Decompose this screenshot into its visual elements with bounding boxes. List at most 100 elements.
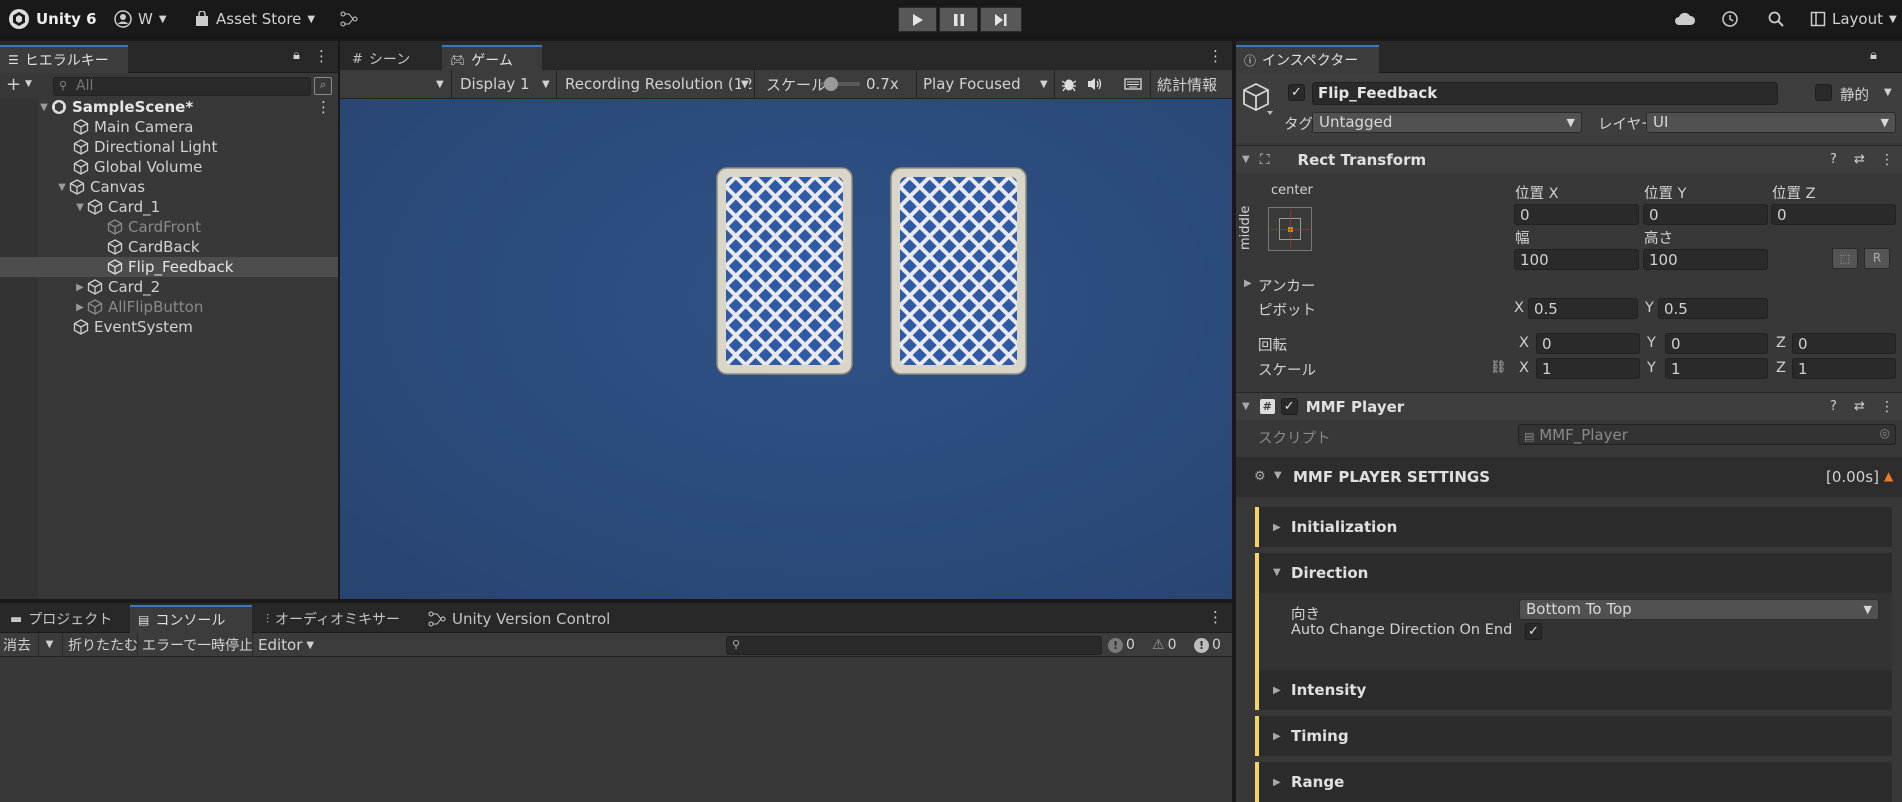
tab-game[interactable]: 🎮︎ ゲーム xyxy=(442,45,542,73)
cloud-button[interactable] xyxy=(1674,0,1696,38)
more-options-icon[interactable]: ⋮ xyxy=(314,47,329,65)
gear-icon[interactable]: ⚙ xyxy=(1254,469,1266,484)
more-options-icon[interactable]: ⋮ xyxy=(1208,47,1223,65)
tab-console[interactable]: ▤ コンソール xyxy=(130,605,252,633)
pivot-x-field[interactable]: 0.5 xyxy=(1528,298,1638,319)
more-options-icon[interactable]: ⋮ xyxy=(1880,399,1894,415)
unlink-icon[interactable]: ⛓ xyxy=(1490,360,1507,375)
hierarchy-item-cardfront[interactable]: CardFront xyxy=(0,217,338,237)
tab-hierarchy[interactable]: ☰ ヒエラルキー xyxy=(0,45,128,73)
expand-arrow-icon[interactable]: ▼ xyxy=(1242,401,1250,412)
scale-z-field[interactable]: 1 xyxy=(1792,358,1896,379)
error-count-toggle[interactable]: ! 0 xyxy=(1194,633,1221,657)
static-checkbox[interactable] xyxy=(1815,84,1832,101)
editor-dropdown[interactable]: Editor ▼ xyxy=(252,633,319,657)
direction-dropdown[interactable]: Bottom To Top ▼ xyxy=(1519,599,1879,620)
hierarchy-item-global-volume[interactable]: Global Volume xyxy=(0,157,338,177)
card-1-back[interactable] xyxy=(716,167,853,375)
stats-button[interactable]: 統計情報 xyxy=(1150,70,1217,98)
anchors-label[interactable]: アンカー xyxy=(1258,275,1315,296)
search-options-icon[interactable]: ⌕ xyxy=(314,77,332,95)
mmf-player-header[interactable]: ▼ # ✓ MMF Player ? ⇄ ⋮ xyxy=(1236,392,1902,420)
height-field[interactable]: 100 xyxy=(1643,249,1768,270)
layer-dropdown[interactable]: UI ▼ xyxy=(1646,112,1896,133)
help-icon[interactable]: ? xyxy=(1830,152,1837,167)
section-intensity[interactable]: ▶ Intensity xyxy=(1255,670,1892,710)
more-options-icon[interactable]: ⋮ xyxy=(1880,152,1894,168)
hierarchy-item-cardback[interactable]: CardBack xyxy=(0,237,338,257)
hierarchy-item-directional-light[interactable]: Directional Light xyxy=(0,137,338,157)
step-button[interactable] xyxy=(980,7,1022,32)
keyboard-button[interactable] xyxy=(1124,70,1142,98)
expand-arrow-icon[interactable]: ▼ xyxy=(74,202,86,213)
tab-project[interactable]: ▬ プロジェクト xyxy=(2,605,120,633)
raw-edit-button[interactable]: R xyxy=(1864,248,1890,269)
width-field[interactable]: 100 xyxy=(1514,249,1639,270)
hierarchy-item-samplescene[interactable]: ▼ SampleScene* ⋮ xyxy=(0,97,338,117)
tab-inspector[interactable]: ⓘ インスペクター xyxy=(1236,45,1379,73)
help-icon[interactable]: ? xyxy=(1830,399,1837,414)
scale-x-field[interactable]: 1 xyxy=(1536,358,1640,379)
display-dropdown[interactable]: Display 1 ▼ xyxy=(454,70,557,98)
expand-arrow-icon[interactable]: ▼ xyxy=(56,182,68,193)
plus-icon[interactable]: + xyxy=(6,74,21,95)
expand-arrow-icon[interactable]: ▶ xyxy=(1244,278,1252,289)
hierarchy-item-allflipbutton[interactable]: ▶ AllFlipButton xyxy=(0,297,338,317)
history-button[interactable] xyxy=(1721,0,1739,38)
more-options-icon[interactable]: ⋮ xyxy=(1208,608,1223,626)
pos-z-field[interactable]: 0 xyxy=(1771,204,1896,225)
expand-arrow-icon[interactable]: ▼ xyxy=(1273,567,1281,578)
scale-slider-thumb[interactable] xyxy=(824,77,838,91)
hierarchy-item-main-camera[interactable]: Main Camera xyxy=(0,117,338,137)
hierarchy-item-canvas[interactable]: ▼ Canvas xyxy=(0,177,338,197)
preset-icon[interactable]: ⇄ xyxy=(1854,399,1865,414)
mute-audio-button[interactable] xyxy=(1086,70,1104,98)
section-range[interactable]: ▶ Range xyxy=(1255,762,1892,802)
collapse-arrow-icon[interactable]: ▶ xyxy=(1273,731,1281,742)
game-view-dropdown[interactable]: ▼ xyxy=(340,70,452,98)
play-mode-dropdown[interactable]: Play Focused ▼ xyxy=(916,70,1055,98)
rot-x-field[interactable]: 0 xyxy=(1536,333,1640,354)
tab-audio-mixer[interactable]: ⫶ オーディオミキサー xyxy=(258,605,408,633)
version-control-button[interactable] xyxy=(340,0,358,38)
hierarchy-search-input[interactable]: ⚲ All xyxy=(53,77,311,96)
scale-y-field[interactable]: 1 xyxy=(1665,358,1768,379)
console-log-area[interactable] xyxy=(0,657,1232,802)
log-count-toggle[interactable]: ! 0 xyxy=(1108,633,1135,657)
more-options-icon[interactable]: ⋮ xyxy=(316,98,331,116)
chevron-down-icon[interactable]: ▼ xyxy=(25,79,32,89)
asset-store-button[interactable]: Asset Store ▼ xyxy=(194,0,315,38)
pivot-y-field[interactable]: 0.5 xyxy=(1658,298,1768,319)
expand-arrow-icon[interactable]: ▼ xyxy=(1274,470,1282,481)
tab-scene[interactable]: # シーン xyxy=(344,45,432,73)
scale-slider[interactable] xyxy=(820,77,860,91)
error-pause-toggle[interactable]: エラーで一時停止 xyxy=(137,633,257,657)
preset-icon[interactable]: ⇄ xyxy=(1854,152,1865,167)
blueprint-mode-button[interactable]: ⬚ xyxy=(1832,248,1858,269)
mmf-enabled-checkbox[interactable]: ✓ xyxy=(1280,398,1298,415)
account-button[interactable]: W ▼ xyxy=(114,0,167,38)
resolution-dropdown[interactable]: Recording Resolution (12 ▼ xyxy=(559,70,755,98)
hierarchy-item-card-2[interactable]: ▶ Card_2 xyxy=(0,277,338,297)
card-2-back[interactable] xyxy=(890,167,1027,375)
console-search-input[interactable]: ⚲ xyxy=(726,636,1102,655)
auto-change-checkbox[interactable]: ✓ xyxy=(1525,623,1542,640)
object-picker-icon[interactable]: ◎ xyxy=(1880,426,1890,440)
play-button[interactable] xyxy=(898,7,937,32)
bug-button[interactable] xyxy=(1060,70,1078,98)
collapse-arrow-icon[interactable]: ▶ xyxy=(1273,522,1281,533)
expand-arrow-icon[interactable]: ▼ xyxy=(38,102,50,113)
collapse-arrow-icon[interactable]: ▶ xyxy=(1273,777,1281,788)
clear-button[interactable]: 消去 xyxy=(0,633,31,657)
search-button[interactable] xyxy=(1767,0,1785,38)
section-timing[interactable]: ▶ Timing xyxy=(1255,716,1892,756)
collapse-arrow-icon[interactable]: ▶ xyxy=(74,282,86,293)
lock-icon[interactable]: 🔒︎ xyxy=(293,48,300,63)
unity-menu[interactable]: Unity 6 xyxy=(8,0,97,38)
rot-y-field[interactable]: 0 xyxy=(1665,333,1768,354)
pos-y-field[interactable]: 0 xyxy=(1643,204,1768,225)
collapse-arrow-icon[interactable]: ▶ xyxy=(1273,685,1281,696)
active-checkbox[interactable]: ✓ xyxy=(1288,84,1305,101)
object-name-field[interactable]: Flip_Feedback xyxy=(1312,82,1778,105)
clear-options-dropdown[interactable]: ▼ xyxy=(38,633,60,657)
